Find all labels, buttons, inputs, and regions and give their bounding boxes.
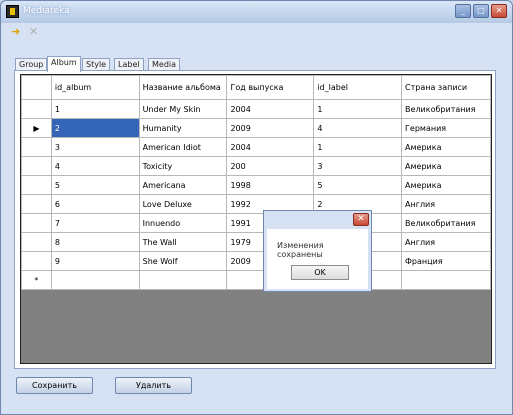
table-cell[interactable] — [138, 270, 228, 290]
table-cell[interactable]: 3 — [313, 156, 403, 176]
table-cell[interactable]: Toxicity — [138, 156, 228, 176]
table-cell[interactable]: 200 — [226, 156, 315, 176]
minimize-button[interactable]: _ — [455, 4, 471, 18]
table-cell[interactable]: Innuendo — [138, 213, 228, 233]
table-cell[interactable] — [401, 270, 491, 290]
dialog-body: Изменения сохранены OK — [267, 229, 368, 289]
table-cell[interactable]: 7 — [50, 213, 140, 233]
new-row[interactable]: * — [21, 270, 491, 290]
row-header[interactable] — [21, 175, 52, 195]
dialog-ok-button[interactable]: OK — [291, 265, 349, 280]
table-cell[interactable] — [50, 270, 140, 290]
table-cell[interactable]: She Wolf — [138, 251, 228, 271]
table-row[interactable]: 6 Love Deluxe 1992 2 Англия — [21, 194, 491, 214]
row-header[interactable] — [21, 213, 52, 233]
table-cell[interactable]: American Idiot — [138, 137, 228, 157]
dialog-message: Изменения сохранены — [277, 241, 324, 259]
table-cell[interactable]: Love Deluxe — [138, 194, 228, 214]
table-cell[interactable]: 1 — [313, 99, 403, 119]
table-row[interactable]: 7 Innuendo 1991 Великобритания — [21, 213, 491, 233]
tab-album[interactable]: Album — [47, 56, 81, 72]
table-cell[interactable]: Америка — [401, 156, 491, 176]
row-header[interactable] — [21, 194, 52, 214]
column-header-id-label[interactable]: id_label — [313, 75, 403, 100]
table-cell[interactable]: 1 — [50, 99, 140, 119]
row-header[interactable] — [21, 156, 52, 176]
table-cell[interactable]: 8 — [50, 232, 140, 252]
table-cell[interactable]: 2004 — [226, 99, 315, 119]
table-cell[interactable]: Англия — [401, 232, 491, 252]
row-header[interactable] — [21, 137, 52, 157]
table-cell[interactable]: 3 — [50, 137, 140, 157]
table-cell[interactable]: Americana — [138, 175, 228, 195]
table-cell[interactable]: 2009 — [226, 118, 315, 138]
table-row[interactable]: 4 Toxicity 200 3 Америка — [21, 156, 491, 176]
table-cell[interactable]: 1998 — [226, 175, 315, 195]
album-tab-panel: id_album Название альбома Год выпуска id… — [14, 70, 496, 369]
maximize-button[interactable]: □ — [473, 4, 489, 18]
app-icon — [6, 5, 19, 18]
table-row[interactable]: ▶ 2 Humanity 2009 4 Германия — [21, 118, 491, 138]
toolbar: ➔ ✕ — [7, 25, 507, 41]
main-window: Mediateka _ □ ✕ ➔ ✕ Group Album Style La… — [0, 0, 513, 415]
table-cell[interactable]: Франция — [401, 251, 491, 271]
table-cell[interactable]: Англия — [401, 194, 491, 214]
title-bar: Mediateka _ □ ✕ — [1, 1, 512, 23]
column-header-album-name[interactable]: Название альбома — [138, 75, 228, 100]
delete-record-icon[interactable]: ✕ — [29, 26, 38, 38]
table-row[interactable]: 3 American Idiot 2004 1 Америка — [21, 137, 491, 157]
delete-button[interactable]: Удалить — [115, 377, 192, 394]
table-cell[interactable]: 2004 — [226, 137, 315, 157]
row-header[interactable] — [21, 99, 52, 119]
table-cell[interactable]: 2 — [50, 118, 140, 138]
album-table: id_album Название альбома Год выпуска id… — [21, 75, 491, 290]
table-row[interactable]: 8 The Wall 1979 Англия — [21, 232, 491, 252]
table-row[interactable]: 9 She Wolf 2009 Франция — [21, 251, 491, 271]
row-header[interactable] — [21, 232, 52, 252]
save-button[interactable]: Сохранить — [16, 377, 93, 394]
table-row[interactable]: 5 Americana 1998 5 Америка — [21, 175, 491, 195]
column-header-id-album[interactable]: id_album — [50, 75, 140, 100]
album-data-grid[interactable]: id_album Название альбома Год выпуска id… — [20, 74, 492, 364]
table-row[interactable]: 1 Under My Skin 2004 1 Великобритания — [21, 99, 491, 119]
row-header-corner — [21, 75, 52, 100]
table-cell[interactable]: Великобритания — [401, 213, 491, 233]
column-header-year[interactable]: Год выпуска — [226, 75, 315, 100]
row-header[interactable]: ▶ — [21, 118, 52, 138]
table-cell[interactable]: 9 — [50, 251, 140, 271]
header-row: id_album Название альбома Год выпуска id… — [21, 75, 491, 100]
close-button[interactable]: ✕ — [491, 4, 507, 18]
table-cell[interactable]: 6 — [50, 194, 140, 214]
message-dialog: ✕ Изменения сохранены OK — [263, 210, 372, 292]
table-cell[interactable]: Америка — [401, 137, 491, 157]
table-cell[interactable]: 4 — [50, 156, 140, 176]
table-cell[interactable]: Германия — [401, 118, 491, 138]
table-cell[interactable]: 1 — [313, 137, 403, 157]
table-cell[interactable]: 5 — [313, 175, 403, 195]
row-header[interactable] — [21, 251, 52, 271]
window-title: Mediateka — [23, 6, 70, 16]
add-record-icon[interactable]: ➔ — [11, 26, 20, 38]
table-cell[interactable]: Humanity — [138, 118, 228, 138]
dialog-close-button[interactable]: ✕ — [353, 213, 369, 226]
column-header-country[interactable]: Страна записи — [401, 75, 491, 100]
table-cell[interactable]: 5 — [50, 175, 140, 195]
table-cell[interactable]: Америка — [401, 175, 491, 195]
new-row-marker: * — [21, 270, 52, 290]
table-cell[interactable]: Under My Skin — [138, 99, 228, 119]
table-cell[interactable]: 4 — [313, 118, 403, 138]
table-cell[interactable]: The Wall — [138, 232, 228, 252]
table-cell[interactable]: Великобритания — [401, 99, 491, 119]
